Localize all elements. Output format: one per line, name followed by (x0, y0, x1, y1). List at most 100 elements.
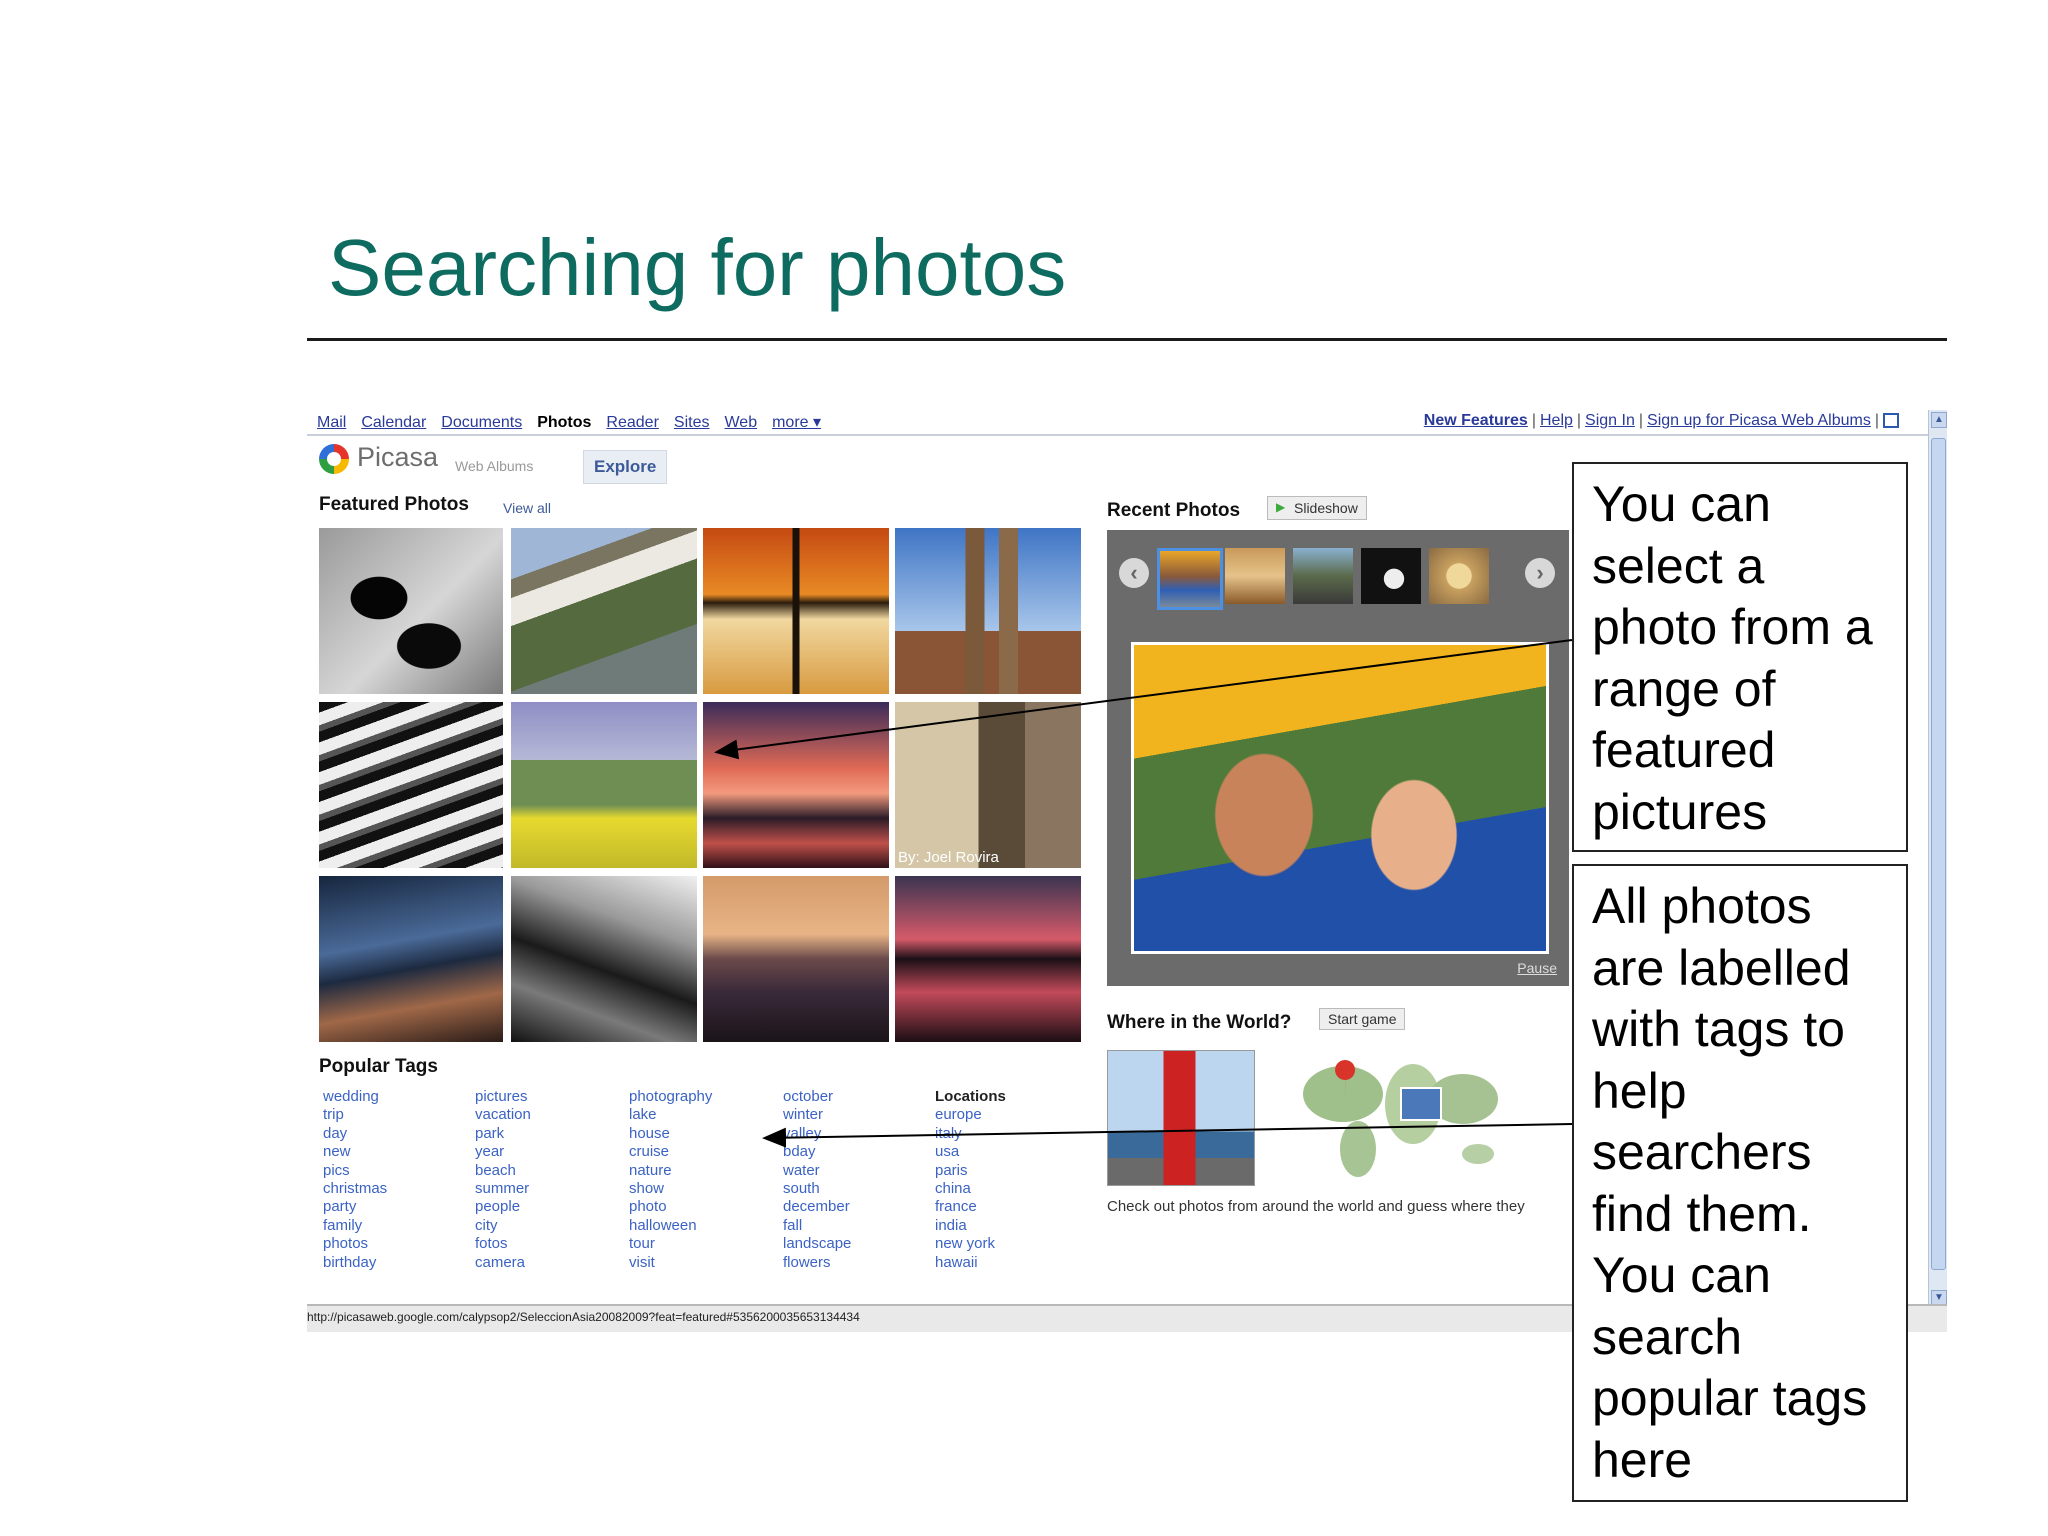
featured-photo[interactable] (703, 876, 889, 1042)
start-game-button[interactable]: Start game (1319, 1008, 1406, 1030)
tags-column: october winter valley bday water south decembe… (783, 1088, 851, 1272)
world-map[interactable] (1283, 1044, 1503, 1184)
brand-name[interactable]: Picasa (357, 442, 438, 473)
location-tag-link[interactable]: paris (935, 1162, 1006, 1180)
tag-link[interactable]: new (323, 1143, 387, 1161)
world-description: Check out photos from around the world a… (1107, 1198, 1525, 1215)
location-tag-link[interactable]: france (935, 1198, 1006, 1216)
tag-link[interactable]: party (323, 1198, 387, 1216)
scroll-up-icon[interactable]: ▲ (1931, 412, 1947, 428)
tag-link[interactable]: city (475, 1217, 531, 1235)
gbar-mail-link[interactable]: Mail (317, 414, 346, 431)
tag-link[interactable]: october (783, 1088, 851, 1106)
tag-link[interactable]: family (323, 1217, 387, 1235)
tag-link[interactable]: visit (629, 1254, 712, 1272)
location-tag-link[interactable]: italy (935, 1125, 1006, 1143)
gbar-web-link[interactable]: Web (724, 414, 757, 431)
tag-link[interactable]: year (475, 1143, 531, 1161)
view-all-link[interactable]: View all (503, 500, 551, 516)
tag-link[interactable]: day (323, 1125, 387, 1143)
location-tag-link[interactable]: europe (935, 1106, 1006, 1124)
tag-link[interactable]: landscape (783, 1235, 851, 1253)
tag-link[interactable]: pictures (475, 1088, 531, 1106)
gbar-photos-current: Photos (537, 414, 592, 431)
gbar-more-link[interactable]: more ▾ (772, 414, 821, 431)
gbar-documents-link[interactable]: Documents (441, 414, 522, 431)
tag-link[interactable]: wedding (323, 1088, 387, 1106)
new-features-link[interactable]: New Features (1424, 412, 1528, 429)
tag-link[interactable]: halloween (629, 1217, 712, 1235)
locations-heading: Locations (935, 1088, 1006, 1105)
featured-photo[interactable] (703, 528, 889, 694)
tag-link[interactable]: valley (783, 1125, 851, 1143)
tag-link[interactable]: show (629, 1180, 712, 1198)
tag-link[interactable]: winter (783, 1106, 851, 1124)
tag-link[interactable]: tour (629, 1235, 712, 1253)
featured-photo[interactable] (319, 528, 503, 694)
scrollbar-thumb[interactable] (1931, 438, 1946, 1270)
previous-arrow-icon[interactable]: ‹ (1119, 558, 1149, 588)
sign-in-link[interactable]: Sign In (1585, 412, 1635, 429)
location-tag-link[interactable]: new york (935, 1235, 1006, 1253)
gbar-calendar-link[interactable]: Calendar (361, 414, 426, 431)
tag-link[interactable]: trip (323, 1106, 387, 1124)
tag-link[interactable]: fotos (475, 1235, 531, 1253)
tag-link[interactable]: december (783, 1198, 851, 1216)
next-arrow-icon[interactable]: › (1525, 558, 1555, 588)
locations-column: Locations europe italy usa paris china france i… (935, 1088, 1006, 1272)
featured-photo[interactable]: By: Joel Rovira (895, 702, 1081, 868)
tag-link[interactable]: pics (323, 1162, 387, 1180)
featured-photo[interactable] (319, 876, 503, 1042)
featured-photo[interactable] (703, 702, 889, 868)
slideshow-button[interactable]: Slideshow (1267, 496, 1367, 520)
tag-link[interactable]: photography (629, 1088, 712, 1106)
tag-link[interactable]: summer (475, 1180, 531, 1198)
tag-link[interactable]: water (783, 1162, 851, 1180)
tab-explore[interactable]: Explore (583, 450, 668, 484)
gbar-sites-link[interactable]: Sites (674, 414, 710, 431)
tag-link[interactable]: beach (475, 1162, 531, 1180)
google-bar: Mail Calendar Documents Photos Reader Sites We… (317, 412, 836, 432)
tag-link[interactable]: park (475, 1125, 531, 1143)
location-tag-link[interactable]: china (935, 1180, 1006, 1198)
featured-photo[interactable] (511, 528, 697, 694)
featured-photo[interactable] (511, 876, 697, 1042)
recent-thumbnail[interactable] (1225, 548, 1285, 604)
tag-link[interactable]: vacation (475, 1106, 531, 1124)
sign-up-link[interactable]: Sign up for Picasa Web Albums (1647, 412, 1871, 429)
tag-link[interactable]: photo (629, 1198, 712, 1216)
tag-link[interactable]: house (629, 1125, 712, 1143)
location-tag-link[interactable]: usa (935, 1143, 1006, 1161)
picasa-logo-icon[interactable] (319, 444, 349, 474)
tag-link[interactable]: south (783, 1180, 851, 1198)
tag-link[interactable]: nature (629, 1162, 712, 1180)
recent-thumbnail[interactable] (1429, 548, 1489, 604)
recent-thumbnail[interactable] (1293, 548, 1353, 604)
tag-link[interactable]: fall (783, 1217, 851, 1235)
tag-link[interactable]: christmas (323, 1180, 387, 1198)
location-tag-link[interactable]: india (935, 1217, 1006, 1235)
tag-link[interactable]: birthday (323, 1254, 387, 1272)
recent-thumbnail[interactable] (1157, 548, 1223, 610)
featured-recent-photo[interactable] (1131, 642, 1549, 954)
gbar-reader-link[interactable]: Reader (606, 414, 658, 431)
help-link[interactable]: Help (1540, 412, 1573, 429)
pause-link[interactable]: Pause (1517, 960, 1557, 976)
tag-link[interactable]: bday (783, 1143, 851, 1161)
tag-link[interactable]: cruise (629, 1143, 712, 1161)
tag-link[interactable]: camera (475, 1254, 531, 1272)
tag-link[interactable]: photos (323, 1235, 387, 1253)
featured-photo[interactable] (895, 876, 1081, 1042)
page-scrollbar[interactable]: ▲ ▼ (1928, 410, 1947, 1310)
featured-photo[interactable] (319, 702, 503, 868)
location-tag-link[interactable]: hawaii (935, 1254, 1006, 1272)
tag-link[interactable]: people (475, 1198, 531, 1216)
where-in-world-heading: Where in the World? (1107, 1012, 1292, 1033)
recent-thumbnail[interactable] (1361, 548, 1421, 604)
featured-photo[interactable] (511, 702, 697, 868)
tag-link[interactable]: flowers (783, 1254, 851, 1272)
featured-photo[interactable] (895, 528, 1081, 694)
tag-link[interactable]: lake (629, 1106, 712, 1124)
window-icon[interactable] (1883, 413, 1899, 429)
lighthouse-photo[interactable] (1107, 1050, 1255, 1186)
